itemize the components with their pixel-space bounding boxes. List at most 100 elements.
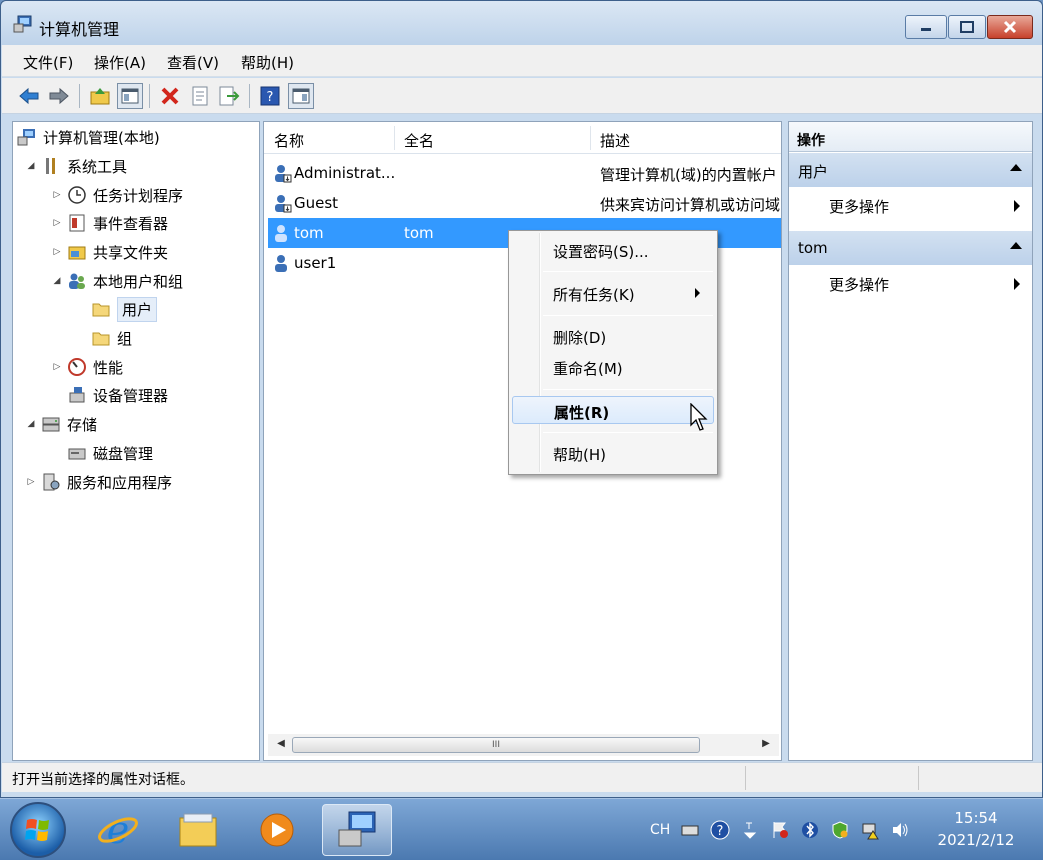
folder-icon: [92, 303, 110, 317]
help-circle-icon[interactable]: ?: [710, 820, 730, 840]
keyboard-icon[interactable]: [680, 820, 700, 840]
taskbar-media-player[interactable]: [242, 804, 312, 856]
taskbar-ie[interactable]: e: [83, 804, 153, 856]
status-bar: 打开当前选择的属性对话框。: [2, 762, 1042, 792]
navigation-tree: 计算机管理(本地) ◢ 系统工具 ▷ 任务计划程序 ▷ 事件查看器 ▷ 共享文件…: [12, 121, 260, 761]
menu-action[interactable]: 操作(A): [94, 52, 146, 73]
menu-bar: 文件(F) 操作(A) 查看(V) 帮助(H): [2, 45, 1042, 77]
cell-fullname: tom: [404, 224, 434, 242]
collapse-arrow-icon[interactable]: ◢: [25, 161, 37, 171]
more-actions-users[interactable]: 更多操作: [789, 190, 1032, 220]
expand-arrow-icon[interactable]: ▷: [25, 477, 37, 487]
menu-item-all-tasks[interactable]: 所有任务(K): [512, 279, 714, 307]
storage-icon: [42, 417, 60, 432]
menu-item-help[interactable]: 帮助(H): [512, 439, 714, 467]
expand-arrow-icon[interactable]: ▷: [51, 218, 63, 228]
show-hide-tree-icon[interactable]: [117, 83, 143, 109]
clock[interactable]: 15:54 2021/2/12: [930, 807, 1022, 851]
toolbar: ?: [2, 78, 1042, 114]
column-name[interactable]: 名称: [274, 130, 304, 151]
menu-item-properties[interactable]: 属性(R): [512, 396, 714, 424]
tree-item-label: 任务计划程序: [93, 186, 184, 205]
input-language[interactable]: CH: [650, 822, 670, 838]
security-shield-icon[interactable]: [830, 820, 850, 840]
menu-item-rename[interactable]: 重命名(M): [512, 353, 714, 381]
tree-item-shared-folders[interactable]: ▷ 共享文件夹: [51, 240, 168, 264]
user-icon: [275, 165, 292, 183]
help-icon[interactable]: ?: [257, 83, 283, 109]
table-row[interactable]: Guest 供来宾访问计算机或访问域: [268, 188, 781, 218]
close-button[interactable]: [987, 15, 1033, 39]
tree-item-local-users-groups[interactable]: ◢ 本地用户和组: [51, 269, 183, 293]
taskbar-explorer[interactable]: [163, 804, 233, 856]
volume-icon[interactable]: [890, 820, 910, 840]
scroll-left-icon[interactable]: ◀: [274, 738, 288, 752]
menu-item-delete[interactable]: 删除(D): [512, 322, 714, 350]
table-row[interactable]: Administrat... 管理计算机(域)的内置帐户: [268, 158, 781, 188]
bluetooth-icon[interactable]: [800, 820, 820, 840]
scroll-right-icon[interactable]: ▶: [759, 738, 773, 752]
more-actions-tom[interactable]: 更多操作: [789, 268, 1032, 298]
taskbar-computer-management[interactable]: [322, 804, 392, 856]
cell-name: user1: [294, 254, 337, 272]
performance-icon: [68, 358, 86, 376]
column-fullname[interactable]: 全名: [404, 130, 434, 151]
tree-item-label: 存储: [67, 415, 98, 434]
tree-item-system-tools[interactable]: ◢ 系统工具: [25, 154, 127, 178]
tree-item-storage[interactable]: ◢ 存储: [25, 412, 97, 436]
tree-item-users[interactable]: 用户: [91, 296, 158, 322]
tree-item-label: 系统工具: [67, 157, 128, 176]
expand-arrow-icon[interactable]: ▷: [51, 362, 63, 372]
tree-item-label: 设备管理器: [93, 386, 169, 405]
collapse-triangle-icon[interactable]: [1010, 242, 1022, 249]
up-folder-icon[interactable]: [87, 83, 113, 109]
tools-icon: [46, 158, 55, 174]
collapse-arrow-icon[interactable]: ◢: [51, 276, 63, 286]
more-actions-label: 更多操作: [829, 276, 890, 294]
properties-icon[interactable]: [187, 83, 213, 109]
scrollbar-thumb[interactable]: III: [292, 737, 700, 753]
actions-section-users[interactable]: 用户: [789, 153, 1032, 187]
tree-item-event-viewer[interactable]: ▷ 事件查看器: [51, 211, 168, 235]
tree-item-device-manager[interactable]: 设备管理器: [67, 383, 168, 407]
menu-view[interactable]: 查看(V): [167, 52, 219, 73]
show-hide-action-pane-icon[interactable]: [288, 83, 314, 109]
column-description[interactable]: 描述: [600, 130, 630, 151]
close-icon: [1003, 20, 1017, 34]
computer-management-window: 计算机管理 文件(F) 操作(A) 查看(V) 帮助(H) ? 计算机管理(本地…: [0, 0, 1043, 798]
actions-section-tom[interactable]: tom: [789, 231, 1032, 265]
computer-management-icon: [17, 129, 35, 146]
tree-item-services-apps[interactable]: ▷ 服务和应用程序: [25, 470, 172, 494]
tree-item-groups[interactable]: 组: [91, 326, 132, 350]
forward-arrow-icon[interactable]: [46, 83, 72, 109]
internet-explorer-icon: e: [98, 808, 138, 852]
menu-file[interactable]: 文件(F): [23, 52, 73, 73]
expand-arrow-icon[interactable]: ▷: [51, 247, 63, 257]
start-button[interactable]: [10, 802, 66, 858]
tree-item-label: 磁盘管理: [93, 444, 154, 463]
title-bar[interactable]: 计算机管理: [1, 1, 1042, 45]
minimize-button[interactable]: [905, 15, 947, 39]
taskbar: e CH ? 15:54 2021/2/12: [0, 798, 1043, 860]
tree-item-disk-management[interactable]: 磁盘管理: [67, 441, 153, 465]
back-arrow-icon[interactable]: [16, 83, 42, 109]
maximize-button[interactable]: [948, 15, 986, 39]
horizontal-scrollbar[interactable]: ◀ III ▶: [268, 734, 779, 756]
action-center-flag-icon[interactable]: [770, 820, 790, 840]
language-options-icon[interactable]: [740, 820, 760, 840]
tree-item-performance[interactable]: ▷ 性能: [51, 355, 123, 379]
delete-icon[interactable]: [157, 83, 183, 109]
export-list-icon[interactable]: [216, 83, 242, 109]
menu-help[interactable]: 帮助(H): [241, 52, 294, 73]
clock-date: 2021/2/12: [937, 831, 1015, 849]
submenu-arrow-icon: [695, 288, 700, 298]
network-warning-icon[interactable]: [860, 820, 880, 840]
window-title: 计算机管理: [39, 20, 120, 39]
tree-item-root[interactable]: 计算机管理(本地): [17, 125, 160, 149]
collapse-arrow-icon[interactable]: ◢: [25, 419, 37, 429]
tree-item-task-scheduler[interactable]: ▷ 任务计划程序: [51, 183, 183, 207]
expand-arrow-icon[interactable]: ▷: [51, 190, 63, 200]
collapse-triangle-icon[interactable]: [1010, 164, 1022, 171]
menu-item-set-password[interactable]: 设置密码(S)...: [512, 236, 714, 264]
clock-icon: [68, 186, 86, 204]
